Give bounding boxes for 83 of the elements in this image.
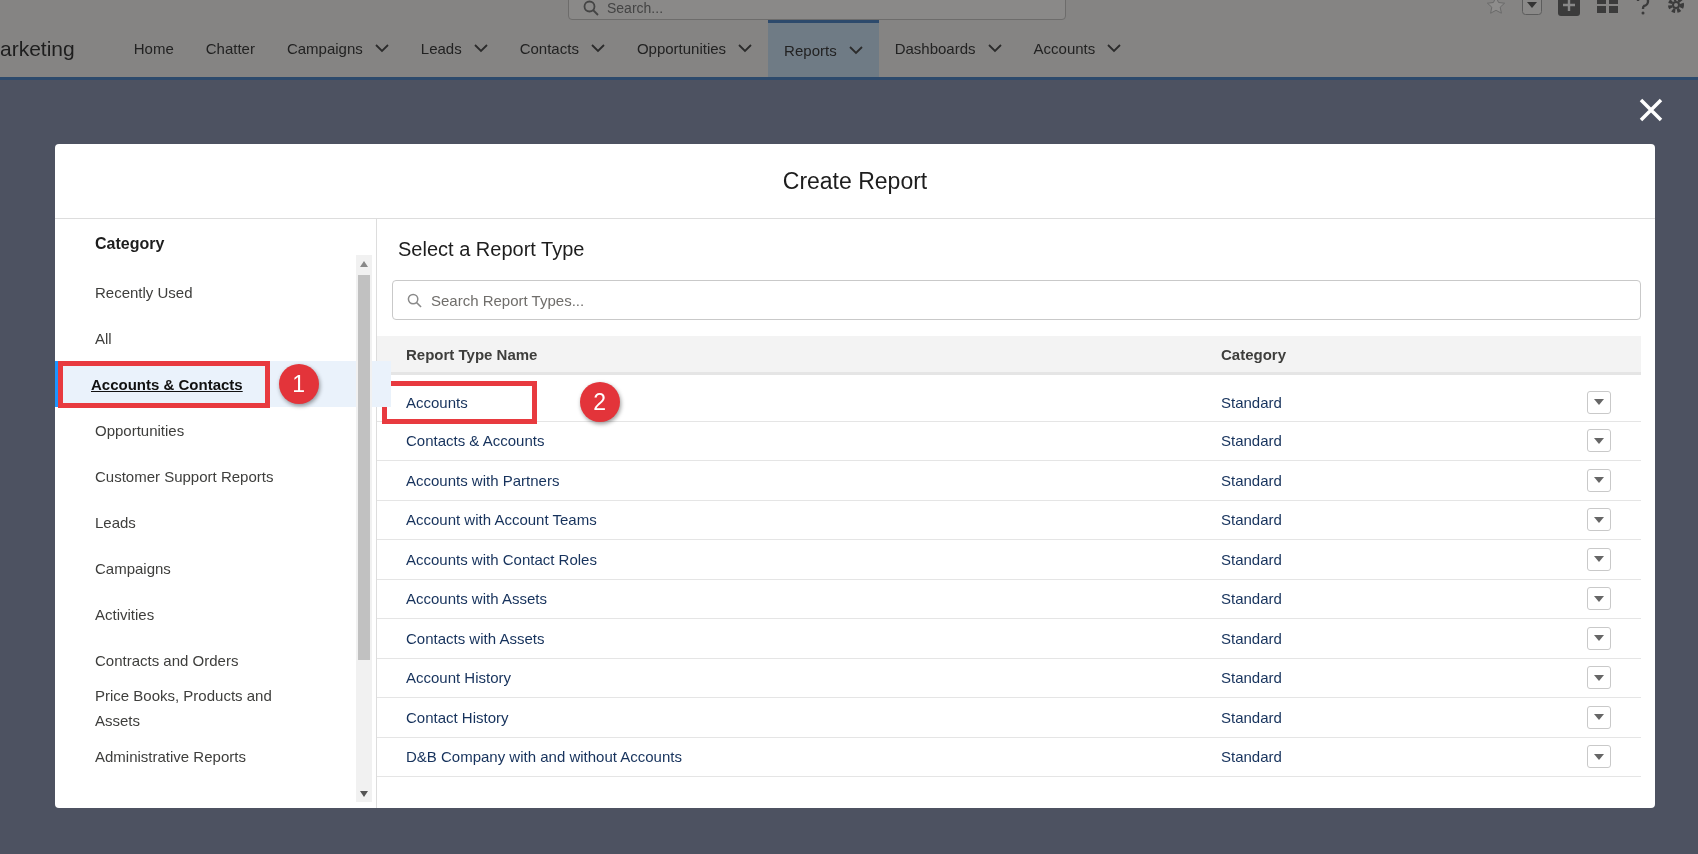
nav-tab[interactable]: Chatter	[189, 20, 271, 77]
grid-icon[interactable]	[1596, 0, 1620, 15]
row-menu-button[interactable]	[1587, 587, 1611, 611]
table-cell-text: Standard	[1221, 471, 1283, 489]
row-menu-button[interactable]	[1587, 626, 1611, 650]
row-menu-button[interactable]	[1587, 705, 1611, 729]
search-field[interactable]: Search Report Types...	[392, 280, 1641, 320]
row-menu-button[interactable]	[1587, 745, 1611, 769]
caret-icon	[1594, 556, 1604, 563]
caret-icon	[1594, 516, 1604, 523]
nav-tab[interactable]: Opportunities	[620, 20, 769, 77]
section-heading: Select a Report Type	[398, 238, 585, 260]
app-name: arketing	[0, 36, 75, 61]
close-icon[interactable]	[1639, 98, 1663, 122]
category-item[interactable]: Campaigns	[95, 555, 171, 581]
modal-title: Create Report	[782, 167, 928, 195]
caret-icon	[1594, 477, 1604, 484]
step-badge: 2	[579, 382, 620, 422]
nav-tab[interactable]: Home	[117, 20, 190, 77]
nav-tab[interactable]: Accounts	[1017, 20, 1138, 77]
report-type-link[interactable]: D&B Company with and without Accounts	[406, 748, 682, 766]
caret-icon	[1594, 674, 1604, 681]
search-placeholder: Search...	[607, 0, 664, 16]
step-badge: 1	[278, 364, 319, 404]
search-placeholder: Search Report Types...	[431, 291, 585, 309]
category-item[interactable]: Customer Support Reports	[95, 463, 274, 489]
row-menu-button[interactable]	[1587, 666, 1611, 690]
category-item[interactable]: Recently Used	[95, 279, 193, 305]
table-cell-text: Standard	[1221, 432, 1283, 450]
column-header: Category	[1221, 345, 1288, 363]
scroll-up-icon[interactable]	[360, 261, 368, 267]
caret-icon	[1594, 399, 1604, 405]
category-item[interactable]: Opportunities	[95, 417, 185, 443]
table-cell-text: Standard	[1221, 629, 1283, 647]
table-cell-text: Standard	[1221, 708, 1283, 726]
category-item[interactable]: Leads	[95, 509, 136, 535]
category-item[interactable]: Administrative Reports	[95, 743, 246, 769]
row-menu-button[interactable]	[1587, 547, 1611, 571]
table-cell-text: Standard	[1221, 748, 1283, 766]
category-item[interactable]: All	[95, 325, 112, 351]
nav-tab[interactable]: Campaigns	[270, 20, 405, 77]
caret-icon	[1594, 595, 1604, 602]
search-icon	[407, 292, 422, 308]
caret-icon	[1594, 437, 1604, 444]
table-cell-text: Standard	[1221, 669, 1283, 687]
dropdown-icon[interactable]	[1522, 0, 1542, 15]
table-cell-text: Standard	[1221, 511, 1283, 529]
category-item[interactable]: Price Books, Products and Assets	[95, 683, 319, 733]
report-type-link[interactable]: Accounts with Contact Roles	[406, 550, 597, 568]
caret-icon	[1594, 635, 1604, 642]
category-item[interactable]: Accounts & Contacts	[91, 375, 243, 393]
caret-icon	[1594, 714, 1604, 721]
plus-icon[interactable]	[1558, 0, 1580, 16]
report-type-link[interactable]: Account History	[406, 669, 512, 687]
caret-icon	[1594, 753, 1604, 760]
row-menu-button[interactable]	[1587, 390, 1611, 414]
row-menu-button[interactable]	[1587, 468, 1611, 492]
column-header: Report Type Name	[405, 345, 539, 363]
category-item[interactable]: Activities	[95, 601, 155, 627]
report-type-link[interactable]: Accounts	[406, 393, 468, 411]
table-cell-text: Standard	[1221, 590, 1283, 608]
table-cell-text: Standard	[1221, 393, 1283, 411]
help-icon[interactable]	[1636, 0, 1650, 15]
nav-tab[interactable]: Reports	[768, 20, 879, 77]
report-type-link[interactable]: Contacts with Assets	[406, 629, 545, 647]
sidebar-heading: Category	[95, 235, 165, 253]
report-type-link[interactable]: Contact History	[406, 708, 509, 726]
search-icon	[583, 0, 599, 16]
report-type-link[interactable]: Account with Account Teams	[406, 511, 597, 529]
star-icon[interactable]	[1486, 0, 1506, 14]
row-menu-button[interactable]	[1587, 429, 1611, 453]
table-cell-text: Standard	[1221, 550, 1283, 568]
report-type-link[interactable]: Accounts with Assets	[406, 590, 547, 608]
settings-icon[interactable]	[1666, 0, 1686, 15]
nav-tab[interactable]: Dashboards	[878, 20, 1018, 77]
row-menu-button[interactable]	[1587, 508, 1611, 532]
scroll-down-icon[interactable]	[360, 791, 368, 797]
scrollbar[interactable]	[356, 255, 372, 802]
report-type-link[interactable]: Contacts & Accounts	[406, 432, 545, 450]
report-type-link[interactable]: Accounts with Partners	[406, 471, 560, 489]
category-item[interactable]: Contracts and Orders	[95, 647, 239, 673]
nav-tab[interactable]: Leads	[404, 20, 504, 77]
nav-tab[interactable]: Contacts	[503, 20, 621, 77]
